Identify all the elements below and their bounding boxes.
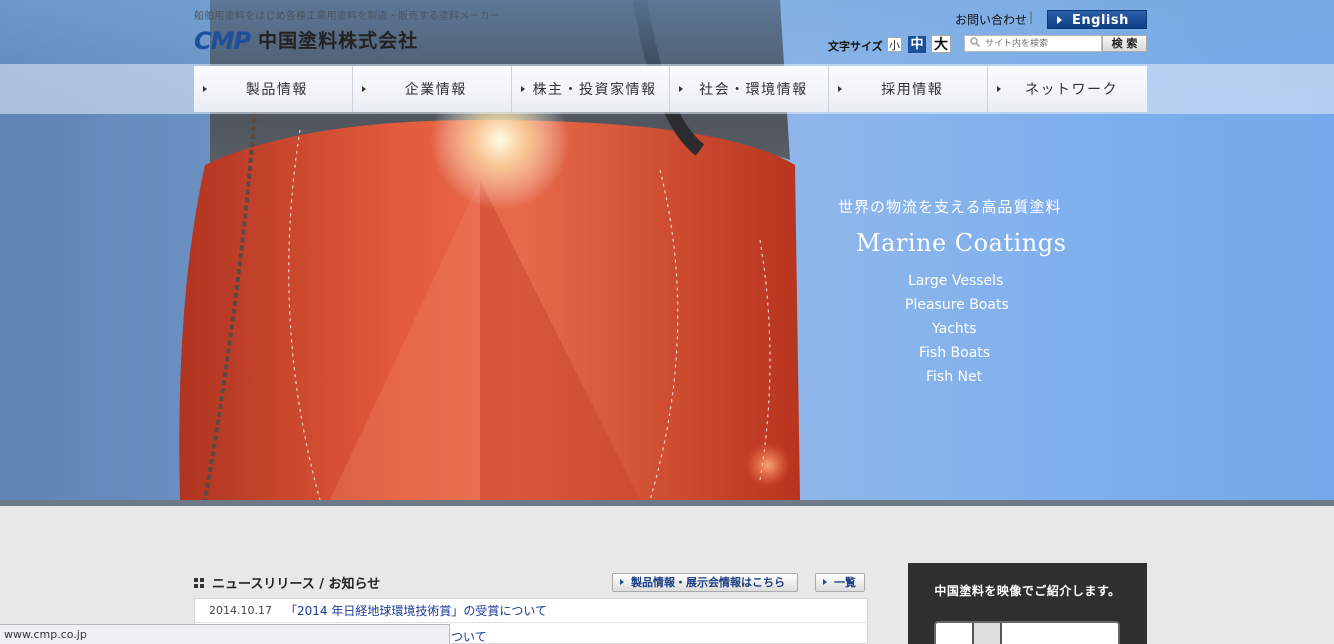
hero-list-item: Pleasure Boats	[905, 297, 1009, 313]
hero-list-item: Fish Boats	[919, 345, 991, 361]
news-section-heading: ニュースリリース / お知らせ	[194, 573, 380, 592]
company-name: 中国塗料株式会社	[258, 30, 419, 52]
hero-title: Marine Coatings	[856, 229, 1067, 257]
nav-label: 製品情報	[245, 82, 308, 98]
news-date: 2014.10.17	[209, 604, 272, 617]
company-logo[interactable]: CMP 中国塗料株式会社	[194, 28, 418, 54]
search-icon	[970, 37, 980, 47]
header-separator: |	[1029, 10, 1034, 24]
arrow-right-icon	[620, 579, 624, 585]
hero-list-item: Yachts	[932, 321, 977, 337]
english-label: English	[1072, 13, 1129, 28]
arrow-right-icon	[838, 86, 843, 92]
video-promo-title: 中国塗料を映像でご紹介します。	[934, 584, 1121, 598]
font-size-large-button[interactable]: 大	[931, 35, 951, 53]
arrow-right-icon	[1057, 16, 1062, 24]
nav-label: 企業情報	[404, 82, 467, 98]
browser-status-bar: www.cmp.co.jp	[0, 624, 450, 644]
nav-label: ネットワーク	[1025, 82, 1119, 98]
news-list-label: 一覧	[834, 576, 856, 589]
news-heading-text: ニュースリリース / お知らせ	[212, 577, 381, 592]
font-size-medium-button[interactable]: 中	[908, 36, 926, 53]
nav-item-network[interactable]: ネットワーク	[988, 66, 1147, 112]
hero-list-item: Large Vessels	[908, 273, 1004, 289]
logo-mark: CMP	[194, 27, 251, 55]
hero-subtitle: 世界の物流を支える高品質塗料	[838, 198, 1062, 216]
news-row: 2014.10.17 「2014 年日経地球環境技術賞」の受賞について	[195, 599, 869, 623]
font-size-label: 文字サイズ	[828, 40, 883, 53]
nav-item-csr[interactable]: 社会・環境情報	[670, 66, 830, 112]
news-link[interactable]: ついて	[451, 628, 487, 644]
products-exhibition-button[interactable]: 製品情報・展示会情報はこちら	[612, 573, 798, 592]
nav-item-recruit[interactable]: 採用情報	[829, 66, 989, 112]
main-nav: 製品情報 企業情報 株主・投資家情報 社会・環境情報 採用情報 ネットワーク	[194, 66, 1147, 112]
search-button[interactable]: 検 索	[1102, 35, 1147, 52]
english-button[interactable]: English	[1047, 10, 1147, 29]
news-link[interactable]: 「2014 年日経地球環境技術賞」の受賞について	[285, 602, 547, 619]
site-search-input[interactable]	[964, 35, 1102, 52]
hero-list-item: Fish Net	[926, 369, 983, 385]
products-exhibition-label: 製品情報・展示会情報はこちら	[631, 576, 785, 589]
video-promo-panel: 中国塗料を映像でご紹介します。	[908, 563, 1147, 644]
nav-label: 採用情報	[881, 82, 944, 98]
arrow-right-icon	[203, 86, 207, 92]
arrow-right-icon	[679, 86, 684, 92]
site-tagline: 船舶用塗料をはじめ各種工業用塗料を製造・販売する塗料メーカー	[194, 11, 500, 22]
video-thumbnail[interactable]	[934, 621, 1120, 644]
nav-item-company[interactable]: 企業情報	[352, 66, 512, 112]
arrow-right-icon	[823, 579, 827, 585]
hero-product-list: Large Vessels Pleasure Boats Yachts Fish…	[780, 269, 1130, 389]
nav-item-investors[interactable]: 株主・投資家情報	[511, 66, 671, 112]
film-strip-icon	[972, 623, 1002, 644]
hero-copy: 世界の物流を支える高品質塗料 Marine Coatings Large Ves…	[780, 196, 1130, 389]
nav-label: 株主・投資家情報	[532, 82, 657, 98]
arrow-right-icon	[520, 86, 525, 92]
nav-label: 社会・環境情報	[699, 82, 808, 98]
news-list-button[interactable]: 一覧	[815, 573, 865, 592]
arrow-right-icon	[361, 86, 366, 92]
nav-item-products[interactable]: 製品情報	[194, 66, 353, 112]
font-size-small-button[interactable]: 小	[887, 37, 902, 52]
inquiry-link[interactable]: お問い合わせ	[955, 11, 1027, 28]
arrow-right-icon	[997, 86, 1002, 92]
grid-icon	[194, 577, 204, 588]
